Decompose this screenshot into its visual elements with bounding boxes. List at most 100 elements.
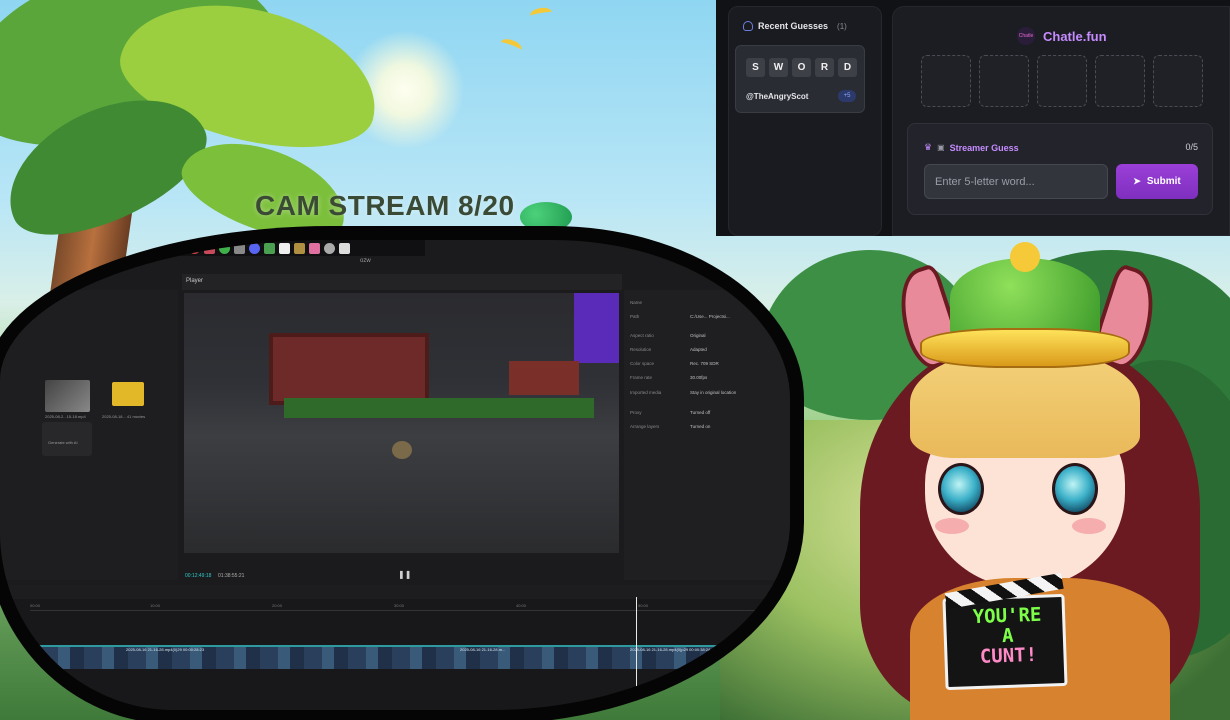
word-input[interactable] [924,164,1108,199]
guess-letters: S W O R D [746,58,857,77]
crown-band [920,328,1130,368]
property-row: Color space Rec. 709 SDR [630,361,780,366]
streamer-guess-header: ♛ ▣ Streamer Guess [924,142,1019,153]
capcut-icon[interactable] [279,242,290,254]
ruler-tick: 40:00 [516,603,527,608]
app-icon[interactable] [309,242,320,254]
recent-guesses-count: (1) [837,21,847,31]
gamepad-icon: ▣ [937,143,945,152]
property-value: C:/Use... Projectsi... [690,314,730,319]
crown-jewel [1010,242,1040,272]
property-label: Path [630,314,640,319]
clip-label: 2025-08-16 21-16-28.mp4(0)p29 00:00:38:2… [630,647,711,652]
discord-icon[interactable] [249,242,260,254]
player-header [182,274,622,290]
ruler-tick: 50:00 [638,603,649,608]
folder-icon[interactable] [174,242,185,254]
property-value: Adapted [690,347,707,352]
guess-username: @TheAngryScot [746,92,809,101]
media-panel: 2025-08-2...15-18.mp4 2025-08-18... 41 m… [0,290,178,580]
app-icon[interactable] [294,242,305,254]
app-icon[interactable] [189,242,200,254]
recent-guesses-panel: Recent Guesses (1) S W O R D @TheAngrySc… [728,6,882,236]
video-character [392,441,412,459]
ruler-tick: 20:00 [272,603,283,608]
video-building [269,333,429,405]
avatar-blush [1072,518,1106,534]
chatle-logo: Chatle [1017,27,1035,45]
send-icon: ➤ [1133,176,1141,186]
app-icon[interactable] [234,242,245,254]
avatar-eye [938,463,984,515]
taskbar [170,240,425,256]
clip-label: 2025-08-16 21-16-28.m... [460,647,506,652]
property-label: Aspect ratio [630,333,654,338]
property-row: Name [630,300,780,305]
video-house [509,361,579,395]
capcut-icon[interactable] [339,242,350,254]
property-row: Imported media Stay in original location [630,390,780,395]
clapperboard-sign: YOU'RE A CUNT! [942,572,1068,691]
timeline-toolbar [0,585,790,599]
letter-slot [1037,55,1087,107]
letter-tile: R [815,58,834,77]
property-value: Turned on [690,424,711,429]
media-thumbnail[interactable] [45,380,90,412]
property-row: Resolution Adapted [630,347,780,352]
property-label: Color space [630,361,655,366]
ruler-tick: 10:00 [150,603,161,608]
property-value: Stay in original location [690,390,737,395]
users-icon [743,21,753,31]
app-icon[interactable] [264,242,275,254]
timecode-current: 00:12:49:18 [185,573,212,579]
property-row: Path C:/Use... Projectsi... [630,314,780,319]
property-value: 30.00fps [690,375,708,380]
ruler-tick: 00:00 [30,603,41,608]
guess-card: S W O R D @TheAngryScot +5 [735,45,865,113]
app-icon[interactable] [204,242,215,254]
submit-button[interactable]: ➤ Submit [1116,164,1198,199]
property-value: Turned off [690,410,711,415]
chatle-overlay: Recent Guesses (1) S W O R D @TheAngrySc… [716,0,1230,236]
letter-tile: O [792,58,811,77]
property-row: Frame rate 30.00fps [630,375,780,380]
recent-guesses-header: Recent Guesses (1) [743,21,847,31]
property-row: Arrange layers Turned on [630,424,780,429]
crown-icon [910,242,1140,378]
properties-panel: Name Path C:/Use... Projectsi... Aspect r… [624,290,790,580]
pause-icon[interactable]: ❚❚ [398,571,411,579]
property-label: Arrange layers [630,424,660,429]
media-caption: 2025-08-18... 41 movies [102,414,146,419]
property-value: Rec. 709 SDR [690,361,719,366]
sign-line: CUNT! [979,643,1038,668]
video-grass [284,398,594,418]
property-value: Original [690,333,706,338]
timecode-total: 01:38:55:21 [218,573,245,579]
streamer-guess-title: Streamer Guess [949,142,1019,153]
folder-icon[interactable] [112,382,144,406]
generate-tile[interactable]: Generate with AI [42,422,92,456]
ruler-tick: 30:00 [394,603,405,608]
word-slots [921,55,1203,107]
playhead[interactable] [636,597,637,707]
avatar-eye [1052,463,1098,515]
property-row: Proxy Turned off [630,410,780,415]
brand-row: Chatle Chatle.fun [1017,27,1107,45]
streamer-guess-box: ♛ ▣ Streamer Guess 0/5 ➤ Submit [907,123,1213,215]
whatsapp-icon[interactable] [219,242,230,254]
property-row: Aspect ratio Original [630,333,780,338]
letter-tile: S [746,58,765,77]
timeline-ruler[interactable]: 00:00 10:00 20:00 30:00 40:00 50:00 [30,603,790,611]
letter-slot [1153,55,1203,107]
vtuber-avatar: YOU'RE A CUNT! [840,228,1220,720]
property-label: Proxy [630,410,642,415]
media-caption: 2025-08-2...15-18.mp4 [45,414,86,419]
game-panel: Chatle Chatle.fun ♛ ▣ Streamer Guess 0/5… [892,6,1230,236]
video-editor-window: ozw 2025-08-2...15-18.mp4 2025-08-18... … [0,240,790,710]
timeline[interactable]: 00:00 10:00 20:00 30:00 40:00 50:00 2025… [0,585,790,710]
app-icon[interactable] [324,242,335,254]
points-badge: +5 [838,90,856,102]
video-preview[interactable] [184,293,619,553]
submit-label: Submit [1146,176,1181,187]
stream-title: CAM STREAM 8/20 [255,190,515,221]
